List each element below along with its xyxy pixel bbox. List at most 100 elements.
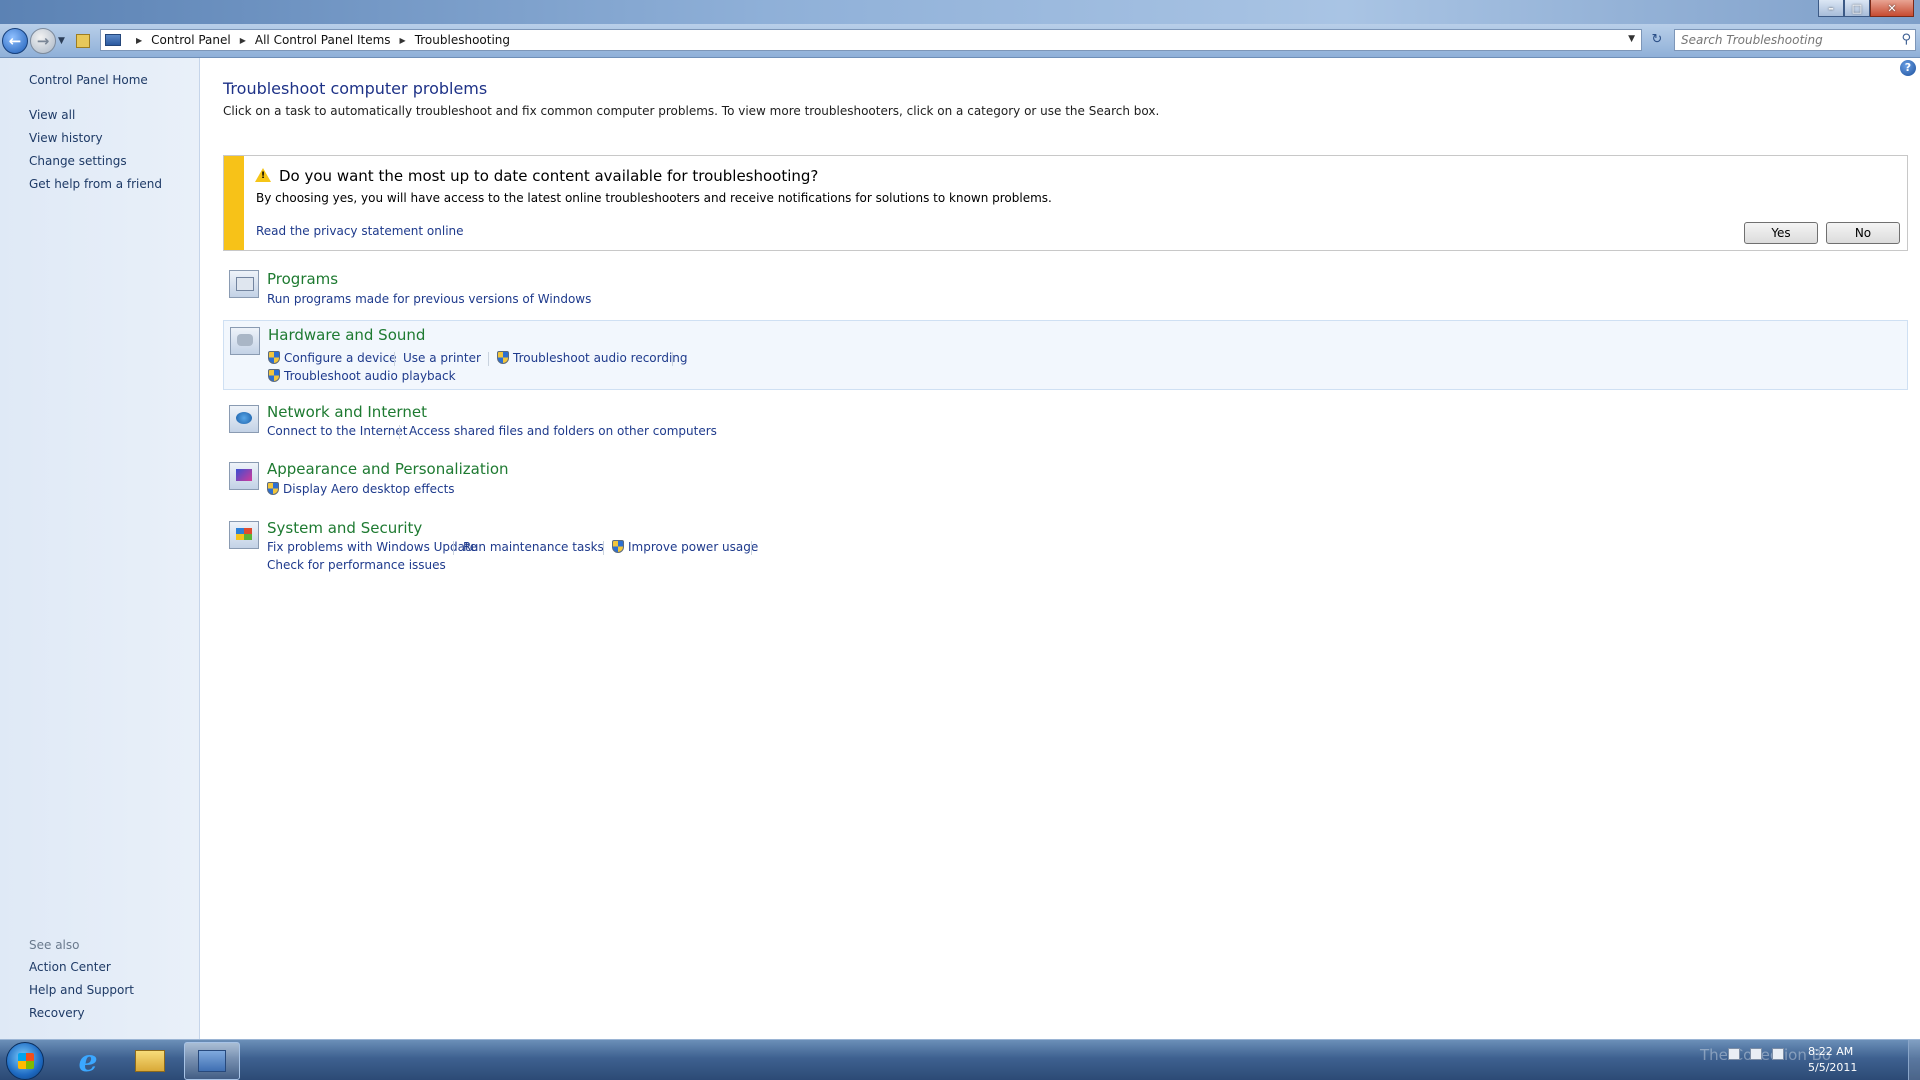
task-troubleshoot-audio-recording[interactable]: Troubleshoot audio recording	[497, 351, 688, 365]
change-settings-link[interactable]: Change settings	[29, 154, 127, 168]
task-display-aero-effects[interactable]: Display Aero desktop effects	[267, 482, 455, 496]
show-desktop-button[interactable]	[1908, 1040, 1920, 1080]
task-separator	[672, 352, 673, 366]
folder-up-icon[interactable]	[76, 34, 90, 48]
address-bar[interactable]: ▶ Control Panel ▶ All Control Panel Item…	[100, 29, 1642, 51]
see-also-heading: See also	[29, 938, 80, 952]
infobar-accent-strip	[224, 156, 244, 250]
category-system-and-security: System and Security Fix problems with Wi…	[223, 519, 1908, 579]
task-configure-device[interactable]: Configure a device	[268, 351, 397, 365]
category-title-network-and-internet[interactable]: Network and Internet	[267, 403, 427, 421]
folder-icon	[135, 1050, 165, 1072]
maximize-button[interactable]: □	[1844, 0, 1870, 17]
task-separator	[399, 425, 400, 439]
caption-buttons: – □ ✕	[1818, 0, 1914, 17]
task-fix-windows-update[interactable]: Fix problems with Windows Update	[267, 540, 477, 554]
taskbar-internet-explorer[interactable]: e	[60, 1042, 116, 1080]
left-pane: Control Panel Home View all View history…	[0, 58, 200, 1039]
task-label: Troubleshoot audio playback	[284, 369, 456, 383]
clock-date[interactable]: 5/5/2011	[1808, 1061, 1857, 1074]
task-use-printer[interactable]: Use a printer	[403, 351, 481, 365]
breadcrumb-control-panel[interactable]: Control Panel	[151, 33, 231, 47]
no-button[interactable]: No	[1826, 222, 1900, 244]
yes-button[interactable]: Yes	[1744, 222, 1818, 244]
view-all-link[interactable]: View all	[29, 108, 75, 122]
start-button[interactable]	[6, 1042, 44, 1080]
infobar-title: Do you want the most up to date content …	[279, 167, 819, 185]
breadcrumb-troubleshooting[interactable]: Troubleshooting	[415, 33, 510, 47]
recent-pages-dropdown-icon[interactable]: ▼	[58, 36, 65, 46]
category-title-system-and-security[interactable]: System and Security	[267, 519, 422, 537]
task-label: Improve power usage	[628, 540, 759, 554]
search-icon[interactable]: ⚲	[1901, 32, 1911, 47]
search-input[interactable]	[1681, 33, 1881, 47]
task-improve-power-usage[interactable]: Improve power usage	[612, 540, 758, 554]
get-help-from-friend-link[interactable]: Get help from a friend	[29, 177, 162, 191]
system-and-security-icon[interactable]	[229, 521, 259, 549]
page-description: Click on a task to automatically trouble…	[223, 104, 1160, 118]
task-separator	[453, 541, 454, 555]
refresh-icon[interactable]: ↻	[1646, 32, 1668, 52]
uac-shield-icon	[497, 351, 509, 364]
taskbar: e The Collection Bo 8:22 AM 5/5/2011	[0, 1039, 1920, 1080]
task-troubleshoot-audio-playback[interactable]: Troubleshoot audio playback	[268, 369, 456, 383]
task-label: Troubleshoot audio recording	[513, 351, 688, 365]
window-titlebar: – □ ✕	[0, 0, 1920, 24]
help-and-support-link[interactable]: Help and Support	[29, 983, 134, 997]
breadcrumb-all-items[interactable]: All Control Panel Items	[255, 33, 391, 47]
category-appearance-and-personalization: Appearance and Personalization Display A…	[223, 460, 1908, 510]
close-button[interactable]: ✕	[1870, 0, 1914, 17]
breadcrumb-separator-icon[interactable]: ▶	[400, 36, 406, 45]
programs-icon[interactable]	[229, 270, 259, 298]
task-run-old-programs[interactable]: Run programs made for previous versions …	[267, 292, 591, 306]
internet-explorer-icon: e	[78, 1043, 98, 1079]
forward-button[interactable]: →	[30, 28, 56, 54]
update-content-infobar: ! Do you want the most up to date conten…	[223, 155, 1908, 251]
task-separator	[603, 541, 604, 555]
control-panel-home-link[interactable]: Control Panel Home	[29, 73, 148, 87]
hardware-and-sound-icon[interactable]	[230, 327, 260, 355]
category-hardware-and-sound: Hardware and Sound Configure a device Us…	[223, 320, 1908, 390]
uac-shield-icon	[267, 482, 279, 495]
infobar-text: By choosing yes, you will have access to…	[256, 191, 1052, 205]
volume-tray-icon[interactable]	[1772, 1048, 1784, 1060]
action-center-flag-icon[interactable]	[1728, 1048, 1740, 1060]
breadcrumb-separator-icon[interactable]: ▶	[136, 36, 142, 45]
control-panel-icon	[105, 34, 121, 46]
warning-icon-mark: !	[261, 171, 266, 181]
task-access-shared-files[interactable]: Access shared files and folders on other…	[409, 424, 717, 438]
back-button[interactable]: ←	[2, 28, 28, 54]
navigation-bar: ← → ▼ ▶ Control Panel ▶ All Control Pane…	[0, 24, 1920, 58]
task-separator	[751, 541, 752, 555]
action-center-link[interactable]: Action Center	[29, 960, 111, 974]
breadcrumb-separator-icon[interactable]: ▶	[240, 36, 246, 45]
control-panel-icon	[198, 1050, 226, 1072]
privacy-statement-link[interactable]: Read the privacy statement online	[256, 224, 464, 238]
appearance-and-personalization-icon[interactable]	[229, 462, 259, 490]
main-content: Troubleshoot computer problems Click on …	[200, 58, 1920, 1039]
category-network-and-internet: Network and Internet Connect to the Inte…	[223, 403, 1908, 453]
clock-time[interactable]: 8:22 AM	[1808, 1045, 1853, 1058]
view-history-link[interactable]: View history	[29, 131, 103, 145]
uac-shield-icon	[268, 351, 280, 364]
category-programs: Programs Run programs made for previous …	[223, 268, 1908, 318]
task-connect-to-internet[interactable]: Connect to the Internet	[267, 424, 407, 438]
task-run-maintenance[interactable]: Run maintenance tasks	[463, 540, 604, 554]
page-title: Troubleshoot computer problems	[223, 79, 488, 98]
category-title-appearance-and-personalization[interactable]: Appearance and Personalization	[267, 460, 509, 478]
search-box[interactable]: ⚲	[1674, 29, 1916, 51]
task-label: Display Aero desktop effects	[283, 482, 455, 496]
uac-shield-icon	[268, 369, 280, 382]
recovery-link[interactable]: Recovery	[29, 1006, 85, 1020]
address-dropdown-icon[interactable]: ▼	[1628, 34, 1635, 44]
network-tray-icon[interactable]	[1750, 1048, 1762, 1060]
minimize-button[interactable]: –	[1818, 0, 1844, 17]
taskbar-windows-explorer[interactable]	[122, 1042, 178, 1080]
category-title-programs[interactable]: Programs	[267, 270, 338, 288]
help-icon[interactable]: ?	[1900, 60, 1916, 76]
network-and-internet-icon[interactable]	[229, 405, 259, 433]
task-check-performance[interactable]: Check for performance issues	[267, 558, 446, 572]
category-title-hardware-and-sound[interactable]: Hardware and Sound	[268, 326, 425, 344]
task-separator	[488, 352, 489, 366]
taskbar-control-panel[interactable]	[184, 1042, 240, 1080]
